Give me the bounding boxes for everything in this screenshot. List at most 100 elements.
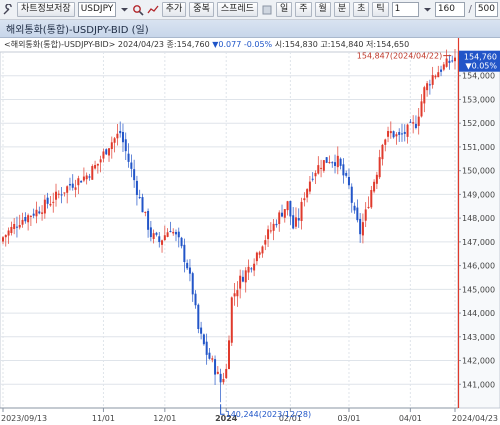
candle-down	[169, 230, 172, 233]
candle-up	[384, 139, 387, 145]
candle-up	[247, 266, 250, 273]
candle-down	[208, 352, 211, 359]
candle-down	[60, 194, 63, 196]
candle-down	[155, 232, 158, 235]
candle-up	[2, 237, 4, 242]
candle-up	[314, 172, 317, 177]
candle-up	[244, 270, 247, 283]
candle-down	[32, 213, 35, 216]
candle-up	[91, 166, 94, 180]
candle-up	[99, 159, 102, 163]
candle-up	[258, 252, 261, 255]
candle-up	[113, 138, 116, 143]
candle-up	[55, 191, 58, 200]
candle-up	[364, 209, 367, 221]
candle-up	[110, 142, 113, 150]
candle-up	[294, 217, 297, 227]
candle-up	[308, 181, 311, 192]
candle-down	[188, 267, 191, 274]
candle-up	[102, 151, 105, 159]
price-tag-change: ▼0.05%	[465, 62, 497, 71]
y-tick-label: 154,000	[462, 72, 495, 81]
candle-up	[381, 144, 384, 160]
candle-down	[219, 373, 222, 383]
candle-down	[180, 237, 183, 247]
candle-up	[230, 297, 233, 343]
candle-up	[300, 201, 303, 221]
candle-up	[336, 155, 339, 168]
candle-down	[200, 327, 203, 334]
candle-up	[96, 163, 99, 166]
candle-down	[130, 162, 133, 169]
candle-up	[225, 369, 228, 379]
price-tag-value: 154,760	[464, 53, 497, 62]
candle-down	[15, 226, 18, 228]
candle-up	[406, 124, 409, 137]
candle-down	[289, 200, 292, 217]
candle-up	[52, 201, 55, 203]
candle-down	[339, 158, 342, 166]
candle-down	[400, 133, 403, 135]
candle-down	[241, 276, 244, 282]
candle-up	[431, 75, 434, 85]
candle-down	[141, 197, 144, 213]
candle-up	[426, 83, 429, 91]
candle-up	[233, 293, 236, 297]
candle-up	[228, 340, 230, 370]
candle-up	[269, 230, 272, 232]
candle-up	[82, 176, 85, 181]
candle-up	[27, 215, 30, 223]
candle-down	[71, 183, 74, 188]
candle-down	[38, 211, 41, 214]
candle-down	[127, 153, 130, 162]
candle-up	[303, 198, 306, 201]
candle-down	[80, 181, 83, 183]
candle-up	[420, 101, 423, 117]
candle-down	[398, 132, 401, 135]
x-tick-label: 11/01	[92, 414, 115, 423]
candle-down	[68, 184, 71, 186]
candle-up	[286, 201, 289, 211]
candle-up	[7, 230, 10, 236]
y-tick-label: 146,000	[462, 262, 495, 271]
x-tick-label: 12/01	[153, 414, 176, 423]
candle-down	[334, 162, 337, 166]
candle-up	[35, 209, 38, 217]
candle-down	[297, 218, 300, 221]
candle-down	[347, 177, 350, 186]
candle-down	[24, 217, 27, 222]
candle-up	[74, 187, 77, 190]
candle-down	[186, 262, 189, 269]
candle-up	[389, 131, 392, 134]
candle-down	[275, 223, 278, 226]
candle-up	[13, 224, 16, 229]
candle-down	[356, 207, 359, 221]
candle-down	[119, 130, 122, 134]
candle-up	[163, 235, 166, 241]
candlestick-chart[interactable]: 141,000 142,000 143,000 144,000 145,000 146,0…	[0, 0, 500, 425]
candle-down	[350, 186, 353, 203]
candle-up	[66, 186, 69, 193]
candle-down	[342, 164, 345, 176]
candle-up	[29, 215, 32, 217]
candle-up	[77, 178, 80, 186]
candle-up	[18, 225, 21, 228]
candle-down	[292, 215, 295, 229]
candle-down	[138, 197, 141, 199]
candle-up	[94, 165, 97, 169]
candle-down	[194, 293, 197, 306]
candle-down	[331, 162, 334, 164]
candle-down	[451, 60, 454, 62]
candle-up	[328, 162, 331, 164]
candle-down	[105, 149, 108, 155]
candle-up	[211, 358, 214, 360]
candle-up	[278, 212, 281, 225]
candle-up	[41, 212, 44, 214]
candle-up	[367, 206, 370, 208]
candle-down	[174, 231, 177, 235]
candle-up	[144, 211, 147, 213]
candle-up	[437, 72, 440, 78]
candle-down	[177, 231, 180, 238]
y-tick-label: 149,000	[462, 190, 495, 199]
y-tick-label: 142,000	[462, 357, 495, 366]
